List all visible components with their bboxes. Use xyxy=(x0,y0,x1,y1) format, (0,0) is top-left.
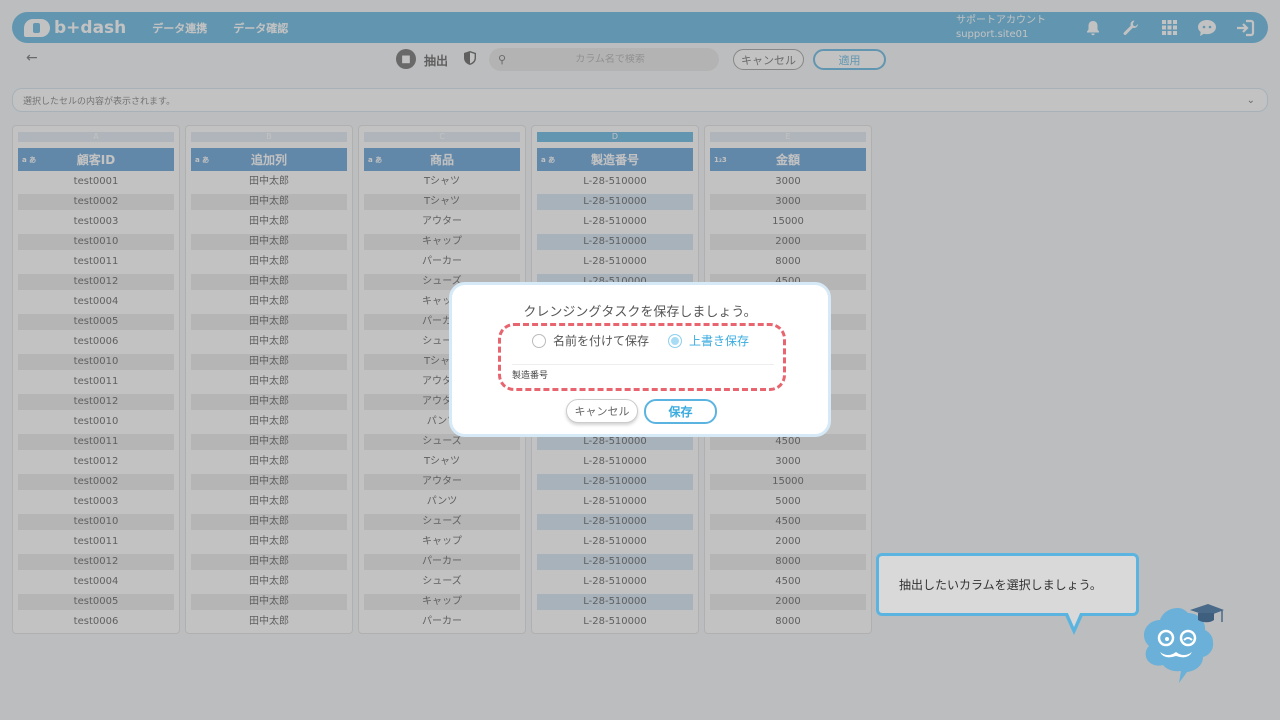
option-save-as[interactable]: 名前を付けて保存 xyxy=(532,332,649,349)
option-overwrite[interactable]: 上書き保存 xyxy=(668,332,749,349)
dialog-save-button[interactable]: 保存 xyxy=(644,399,717,424)
mascot-icon[interactable] xyxy=(1130,596,1226,690)
task-name-input[interactable] xyxy=(512,364,774,384)
dialog-title: クレンジングタスクを保存しましょう。 xyxy=(523,305,757,320)
option-overwrite-label: 上書き保存 xyxy=(689,334,750,348)
save-task-dialog: クレンジングタスクを保存しましょう。 名前を付けて保存 上書き保存 キャンセル … xyxy=(449,282,831,437)
speech-bubble-tail xyxy=(1064,611,1084,635)
radio-save-as[interactable] xyxy=(532,333,546,348)
dialog-cancel-button[interactable]: キャンセル xyxy=(566,399,638,423)
help-speech-bubble: 抽出したいカラムを選択しましょう。 xyxy=(876,553,1139,616)
radio-overwrite[interactable] xyxy=(668,333,682,348)
option-save-as-label: 名前を付けて保存 xyxy=(553,334,650,348)
help-bubble-text: 抽出したいカラムを選択しましょう。 xyxy=(899,578,1102,592)
